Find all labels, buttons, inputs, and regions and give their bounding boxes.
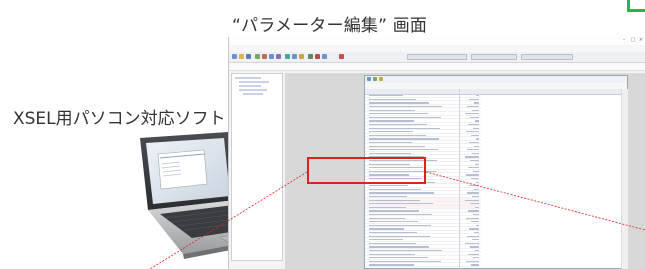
leader-line-right [425,171,645,231]
leader-lines [149,171,645,269]
leader-line-left [149,171,308,269]
